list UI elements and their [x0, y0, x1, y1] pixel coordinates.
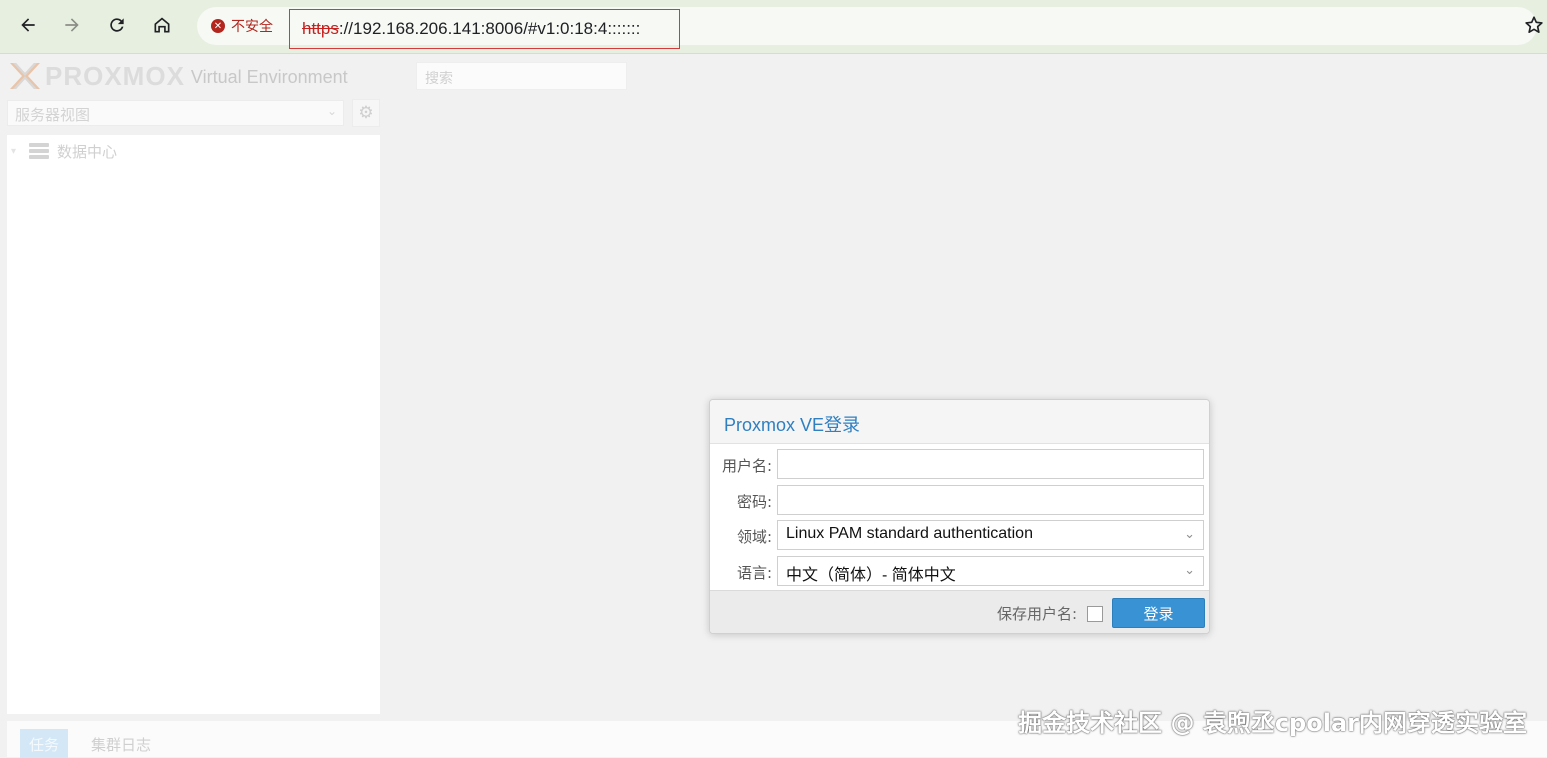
back-icon: [21, 18, 35, 32]
view-select[interactable]: 服务器视图 ⌄: [7, 100, 344, 126]
star-icon: [1525, 16, 1543, 33]
security-label: 不安全: [231, 19, 273, 35]
product-name: Virtual Environment: [190, 66, 348, 87]
login-button[interactable]: 登录: [1112, 598, 1205, 628]
reload-icon: [110, 18, 124, 32]
forward-button[interactable]: [56, 9, 88, 41]
login-dialog: Proxmox VE登录 用户名: 密码: 领域: Linux PAM stan…: [709, 399, 1210, 634]
username-input[interactable]: [777, 449, 1204, 479]
username-label: 用户名:: [721, 457, 772, 475]
tree-item-label: 数据中心: [57, 142, 118, 161]
watermark: 掘金技术社区 @ 袁煦丞cpolar内网穿透实验室: [1018, 709, 1527, 737]
gear-icon: ⚙: [358, 103, 374, 123]
url-protocol: https: [302, 19, 339, 38]
remember-username-checkbox[interactable]: [1087, 606, 1103, 622]
proxmox-logo: PROXMOX Virtual Environment: [8, 60, 348, 92]
password-input[interactable]: [777, 485, 1204, 515]
dialog-footer: 保存用户名: 登录: [710, 590, 1209, 633]
username-row: 用户名:: [710, 449, 1209, 481]
tree-item-datacenter[interactable]: ▾ 数据中心: [11, 140, 117, 162]
security-chip[interactable]: ✕ 不安全: [203, 11, 287, 41]
back-button[interactable]: [12, 9, 44, 41]
language-select[interactable]: 中文（简体）- 简体中文 ⌄: [777, 556, 1204, 586]
home-button[interactable]: [146, 9, 178, 41]
tab-cluster-log[interactable]: 集群日志: [82, 729, 160, 758]
chevron-down-icon: ⌄: [326, 104, 337, 118]
chevron-down-icon: ⌄: [1184, 562, 1195, 577]
realm-row: 领域: Linux PAM standard authentication ⌄: [710, 520, 1209, 552]
logo-text: PROXMOX: [45, 60, 185, 91]
remember-username-label: 保存用户名:: [996, 605, 1077, 623]
resource-tree: ▾ 数据中心: [7, 135, 380, 714]
tab-tasks[interactable]: 任务: [20, 729, 69, 758]
language-label: 语言:: [736, 564, 772, 582]
expander-icon[interactable]: ▾: [11, 146, 21, 157]
server-icon: [29, 143, 49, 159]
home-icon: [154, 17, 170, 33]
realm-label: 领域:: [736, 528, 772, 546]
url-rest: ://192.168.206.141:8006/#v1:0:18:4::::::…: [338, 19, 641, 38]
settings-button[interactable]: ⚙: [352, 99, 380, 127]
password-label: 密码:: [736, 493, 772, 511]
language-row: 语言: 中文（简体）- 简体中文 ⌄: [710, 556, 1209, 588]
url-text[interactable]: https://192.168.206.141:8006/#v1:0:18:4:…: [289, 9, 680, 49]
chevron-down-icon: ⌄: [1184, 526, 1195, 541]
browser-toolbar: ✕ 不安全 https://192.168.206.141:8006/#v1:0…: [0, 0, 1547, 54]
proxmox-x-icon: [10, 63, 40, 89]
realm-value: Linux PAM standard authentication: [786, 525, 1033, 542]
search-input[interactable]: 搜索: [416, 62, 627, 90]
reload-button[interactable]: [101, 9, 133, 41]
forward-icon: [65, 18, 79, 32]
dialog-title: Proxmox VE登录: [710, 400, 1209, 444]
insecure-icon: ✕: [211, 19, 225, 33]
view-select-value: 服务器视图: [15, 106, 91, 124]
password-row: 密码:: [710, 485, 1209, 517]
realm-select[interactable]: Linux PAM standard authentication ⌄: [777, 520, 1204, 550]
language-value: 中文（简体）- 简体中文: [786, 567, 956, 584]
bookmark-button[interactable]: [1523, 14, 1545, 36]
